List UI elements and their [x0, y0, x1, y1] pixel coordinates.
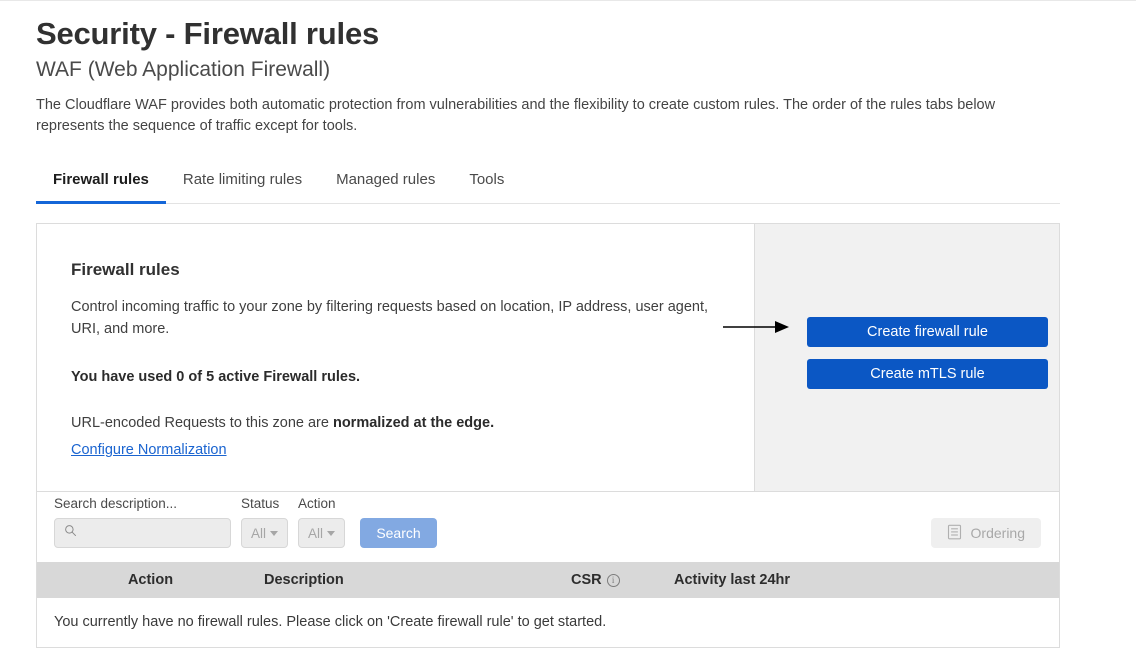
action-dropdown-value: All	[307, 525, 323, 541]
tab-firewall-rules[interactable]: Firewall rules	[36, 171, 166, 204]
list-document-icon	[947, 524, 962, 543]
column-header-description: Description	[264, 572, 344, 588]
create-firewall-rule-button[interactable]: Create firewall rule	[807, 317, 1048, 347]
chevron-down-icon	[270, 530, 278, 536]
status-label: Status	[241, 496, 280, 511]
create-mtls-rule-button[interactable]: Create mTLS rule	[807, 359, 1048, 389]
column-header-action: Action	[127, 572, 174, 588]
rules-quota-text: You have used 0 of 5 active Firewall rul…	[71, 369, 361, 385]
page-title: Security - Firewall rules	[36, 16, 380, 51]
tab-rate-limiting-rules[interactable]: Rate limiting rules	[166, 171, 319, 204]
tab-bar: Firewall rules Rate limiting rules Manag…	[36, 160, 1060, 204]
column-header-csr: CSR i	[571, 572, 674, 588]
ordering-button-label: Ordering	[970, 525, 1025, 541]
table-header-row: Action Description CSR i Activity last 2…	[37, 562, 1059, 598]
search-input[interactable]	[83, 525, 219, 541]
card-body-text: Control incoming traffic to your zone by…	[71, 299, 709, 337]
search-input-wrapper[interactable]	[54, 518, 231, 548]
filter-bar: Search description... Status All Action …	[37, 491, 1059, 562]
search-button[interactable]: Search	[360, 518, 437, 548]
page-subtitle: WAF (Web Application Firewall)	[36, 58, 331, 81]
action-button-stack: Create firewall rule Create mTLS rule	[807, 317, 1048, 401]
column-header-activity: Activity last 24hr	[674, 572, 791, 588]
page-description: The Cloudflare WAF provides both automat…	[36, 97, 996, 134]
search-field-group: Search description...	[54, 496, 231, 548]
normalization-emphasis: normalized at the edge.	[332, 415, 495, 431]
configure-normalization-link[interactable]: Configure Normalization	[71, 440, 227, 461]
card-heading: Firewall rules	[71, 260, 180, 279]
firewall-rules-page: Security - Firewall rules WAF (Web Appli…	[0, 0, 1136, 658]
search-icon	[64, 524, 77, 542]
card-actions-panel: Create firewall rule Create mTLS rule	[754, 224, 1059, 491]
status-dropdown[interactable]: All	[241, 518, 288, 548]
search-label: Search description...	[54, 496, 178, 511]
tab-tools[interactable]: Tools	[452, 171, 521, 204]
status-dropdown-value: All	[250, 525, 266, 541]
action-label: Action	[298, 496, 336, 511]
column-header-csr-label: CSR	[571, 572, 602, 588]
action-field-group: Action All	[298, 496, 345, 548]
card-top-section: Firewall rules Control incoming traffic …	[37, 224, 1059, 491]
chevron-down-icon	[327, 530, 335, 536]
ordering-button[interactable]: Ordering	[930, 518, 1041, 548]
info-icon[interactable]: i	[606, 573, 620, 587]
table-empty-message: You currently have no firewall rules. Pl…	[37, 598, 1059, 647]
normalization-prefix: URL-encoded Requests to this zone are	[71, 415, 333, 431]
tab-managed-rules[interactable]: Managed rules	[319, 171, 452, 204]
action-dropdown[interactable]: All	[298, 518, 345, 548]
firewall-rules-card: Firewall rules Control incoming traffic …	[36, 223, 1060, 648]
page-header: Security - Firewall rules WAF (Web Appli…	[0, 1, 1136, 137]
card-info-panel: Firewall rules Control incoming traffic …	[37, 224, 754, 491]
normalization-text: URL-encoded Requests to this zone are no…	[71, 412, 720, 434]
status-field-group: Status All	[241, 496, 288, 548]
